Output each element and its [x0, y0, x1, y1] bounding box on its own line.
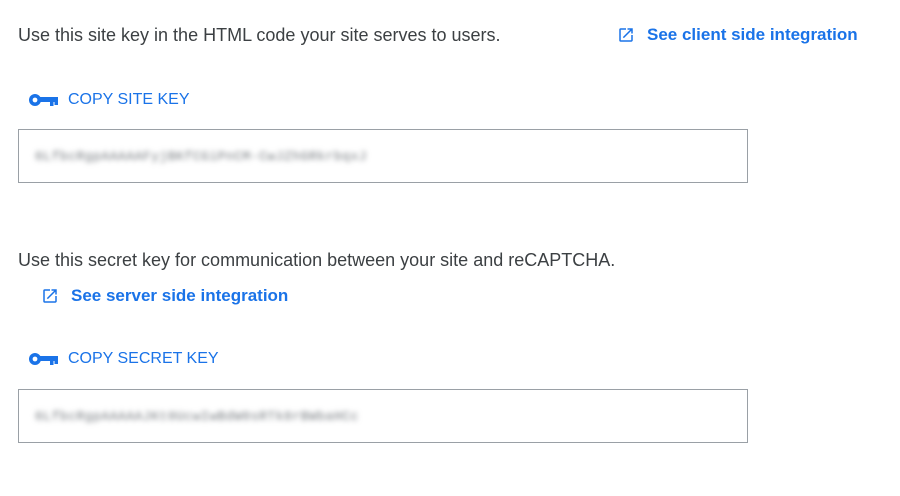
- site-key-value: 6LfbcRgpAAAAAFyjBKfCGiPnCM-CwJZhGRkrbqxJ: [35, 148, 368, 164]
- site-key-description: Use this site key in the HTML code your …: [18, 25, 501, 45]
- copy-site-key-button[interactable]: COPY SITE KEY: [28, 89, 190, 111]
- open-in-new-icon: [43, 289, 57, 303]
- secret-key-description: Use this secret key for communication be…: [18, 250, 616, 270]
- open-in-new-icon: [619, 28, 633, 42]
- secret-key-value: 6LfbcRgpAAAAAJKt0UcwIwBdW0sRTk8rBWbaHCc: [35, 408, 359, 424]
- key-icon: [29, 94, 58, 106]
- copy-secret-key-button[interactable]: COPY SECRET KEY: [28, 348, 219, 370]
- copy-site-key-label: COPY SITE KEY: [68, 91, 190, 108]
- key-icon: [29, 353, 58, 365]
- server-side-integration-label: See server side integration: [71, 286, 289, 305]
- client-side-integration-label: See client side integration: [647, 25, 858, 44]
- server-side-integration-link[interactable]: See server side integration: [41, 284, 288, 308]
- copy-secret-key-label: COPY SECRET KEY: [68, 350, 219, 367]
- secret-key-field[interactable]: 6LfbcRgpAAAAAJKt0UcwIwBdW0sRTk8rBWbaHCc: [18, 389, 748, 443]
- client-side-integration-link[interactable]: See client side integration: [617, 23, 858, 47]
- site-key-field[interactable]: 6LfbcRgpAAAAAFyjBKfCGiPnCM-CwJZhGRkrbqxJ: [18, 129, 748, 183]
